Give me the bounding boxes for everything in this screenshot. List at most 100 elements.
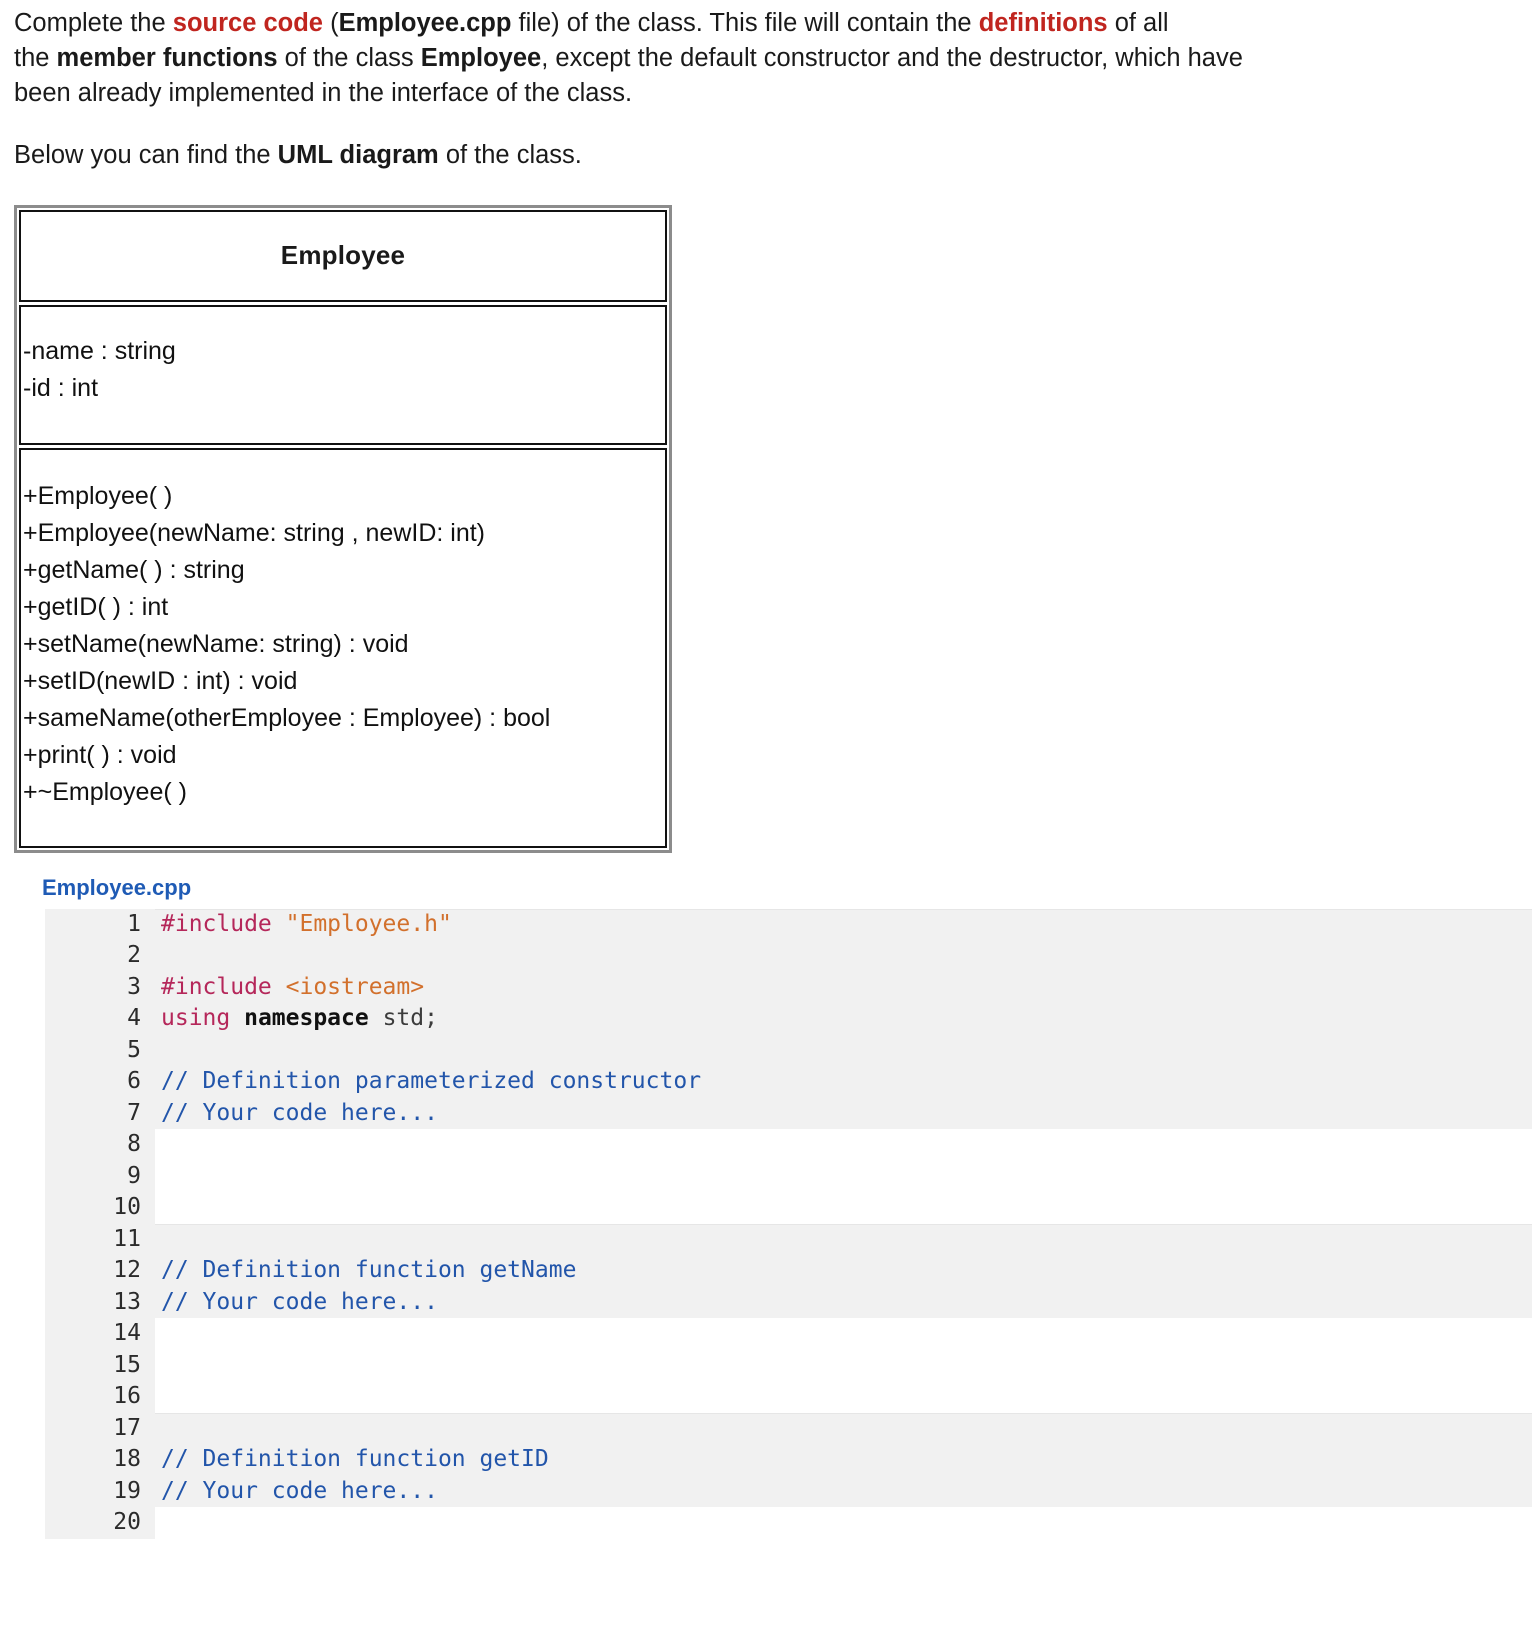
uml-operation: +print( ) : void [23, 740, 177, 769]
intro-text-a: Complete the [14, 9, 173, 37]
code-readonly-text: // Definition function getName [155, 1255, 1532, 1287]
intro-text-e: the [14, 44, 57, 73]
uml-class-name-compartment: Employee [19, 209, 667, 302]
code-line[interactable]: 9 [45, 1160, 1532, 1193]
code-readonly-text [155, 1224, 1532, 1256]
code-input-area[interactable] [155, 1160, 1532, 1193]
code-token: #include [161, 973, 286, 1000]
line-number: 17 [45, 1412, 155, 1445]
code-line: 7// Your code here... [45, 1097, 1532, 1130]
code-readonly-text: // Definition parameterized constructor [155, 1066, 1532, 1098]
code-line: 12// Definition function getName [45, 1255, 1532, 1287]
code-token: std; [368, 1005, 438, 1032]
uml-attribute: -name : string [23, 336, 176, 365]
code-readonly-text: #include <iostream> [155, 972, 1532, 1004]
intro-uml-bold: UML diagram [277, 140, 439, 169]
intro-text-h: Below you can find the [14, 140, 278, 169]
code-line[interactable]: 16 [45, 1381, 1532, 1413]
line-number: 11 [45, 1223, 155, 1256]
intro-definitions-highlight: definitions [978, 9, 1108, 37]
code-editor[interactable]: 1 #include "Employee.h" 2 3 #include <iostre… [45, 908, 1532, 1539]
code-line[interactable]: 20 [45, 1507, 1532, 1539]
uml-attributes-compartment: -name : string -id : int [19, 304, 667, 445]
code-token: // Definition parameterized constructor [161, 1068, 702, 1095]
code-line: 6// Definition parameterized constructor [45, 1066, 1532, 1098]
code-line: 5 [45, 1034, 1532, 1067]
line-number: 8 [45, 1129, 155, 1161]
code-input-area[interactable] [155, 1192, 1532, 1224]
line-number: 1 [45, 908, 155, 941]
intro-text-i: of the class. [438, 140, 582, 169]
uml-operation: +getID( ) : int [23, 592, 169, 621]
line-number: 14 [45, 1318, 155, 1350]
code-readonly-text: // Your code here... [155, 1287, 1532, 1319]
uml-operation: +~Employee( ) [23, 777, 187, 806]
code-line: 11 [45, 1223, 1532, 1256]
uml-attribute: -id : int [23, 373, 99, 402]
code-readonly-text [155, 1413, 1532, 1445]
line-number: 12 [45, 1255, 155, 1287]
code-input-area[interactable] [155, 1349, 1532, 1382]
instruction-line-4: Below you can find the UML diagram of th… [14, 138, 1472, 173]
code-line[interactable]: 8 [45, 1129, 1532, 1161]
intro-text-b: ( [323, 9, 339, 37]
code-line: 3 #include <iostream> [45, 971, 1532, 1004]
code-line: 18// Definition function getID [45, 1444, 1532, 1476]
code-input-area[interactable] [155, 1381, 1532, 1413]
intro-text-c: file) of the class. This file will conta… [511, 9, 979, 37]
code-line: 17 [45, 1412, 1532, 1445]
line-number: 10 [45, 1192, 155, 1224]
uml-operations-compartment: +Employee( ) +Employee(newName: string , … [19, 447, 667, 848]
code-input-area[interactable] [155, 1318, 1532, 1350]
code-line[interactable]: 10 [45, 1192, 1532, 1224]
instruction-line-1: Complete the source code (Employee.cpp f… [14, 6, 1472, 41]
code-line[interactable]: 15 [45, 1349, 1532, 1382]
code-file-label: Employee.cpp [42, 874, 192, 900]
line-number: 19 [45, 1475, 155, 1508]
instruction-text: Complete the source code (Employee.cpp f… [0, 0, 1532, 173]
code-token: using [161, 1005, 245, 1032]
code-readonly-text: using namespace std; [155, 1003, 1532, 1035]
intro-member-functions-bold: member functions [56, 44, 278, 73]
line-number: 16 [45, 1381, 155, 1413]
code-input-area[interactable] [155, 1129, 1532, 1161]
code-token: // Your code here... [161, 1477, 438, 1504]
code-token: <iostream> [285, 973, 425, 1000]
line-number: 15 [45, 1349, 155, 1382]
code-token: #include [161, 910, 286, 937]
code-token: namespace [244, 1005, 369, 1032]
code-line[interactable]: 14 [45, 1318, 1532, 1350]
line-number: 4 [45, 1003, 155, 1035]
line-number: 20 [45, 1507, 155, 1539]
line-number: 5 [45, 1034, 155, 1067]
uml-operation: +Employee( ) [23, 481, 173, 510]
uml-class-name: Employee [280, 240, 406, 271]
line-number: 13 [45, 1286, 155, 1319]
code-line: 2 [45, 940, 1532, 972]
code-line: 1 #include "Employee.h" [45, 908, 1532, 941]
intro-text-g: , except the default constructor and the… [541, 44, 1243, 73]
intro-filename-bold: Employee.cpp [338, 9, 512, 37]
code-readonly-text: // Your code here... [155, 1476, 1532, 1508]
code-input-area[interactable] [155, 1507, 1532, 1539]
line-number: 9 [45, 1160, 155, 1193]
code-readonly-text: #include "Employee.h" [155, 909, 1532, 941]
uml-operation: +getName( ) : string [23, 555, 245, 584]
line-number: 18 [45, 1444, 155, 1476]
uml-operation: +setID(newID : int) : void [23, 666, 298, 695]
code-readonly-text [155, 940, 1532, 972]
intro-employee-bold: Employee [420, 44, 542, 73]
code-readonly-text: // Your code here... [155, 1098, 1532, 1130]
line-number: 7 [45, 1097, 155, 1130]
uml-class-diagram: Employee -name : string -id : int +Employ… [14, 204, 672, 853]
code-token: "Employee.h" [285, 910, 452, 937]
uml-operation: +Employee(newName: string , newID: int) [23, 518, 485, 547]
line-number: 3 [45, 971, 155, 1004]
instruction-line-3: been already implemented in the interfac… [14, 79, 633, 108]
code-line: 19// Your code here... [45, 1475, 1532, 1508]
code-line: 4 using namespace std; [45, 1003, 1532, 1035]
intro-source-code-highlight: source code [172, 9, 323, 37]
intro-text-f: of the class [277, 44, 421, 73]
code-token: // Your code here... [161, 1288, 438, 1315]
